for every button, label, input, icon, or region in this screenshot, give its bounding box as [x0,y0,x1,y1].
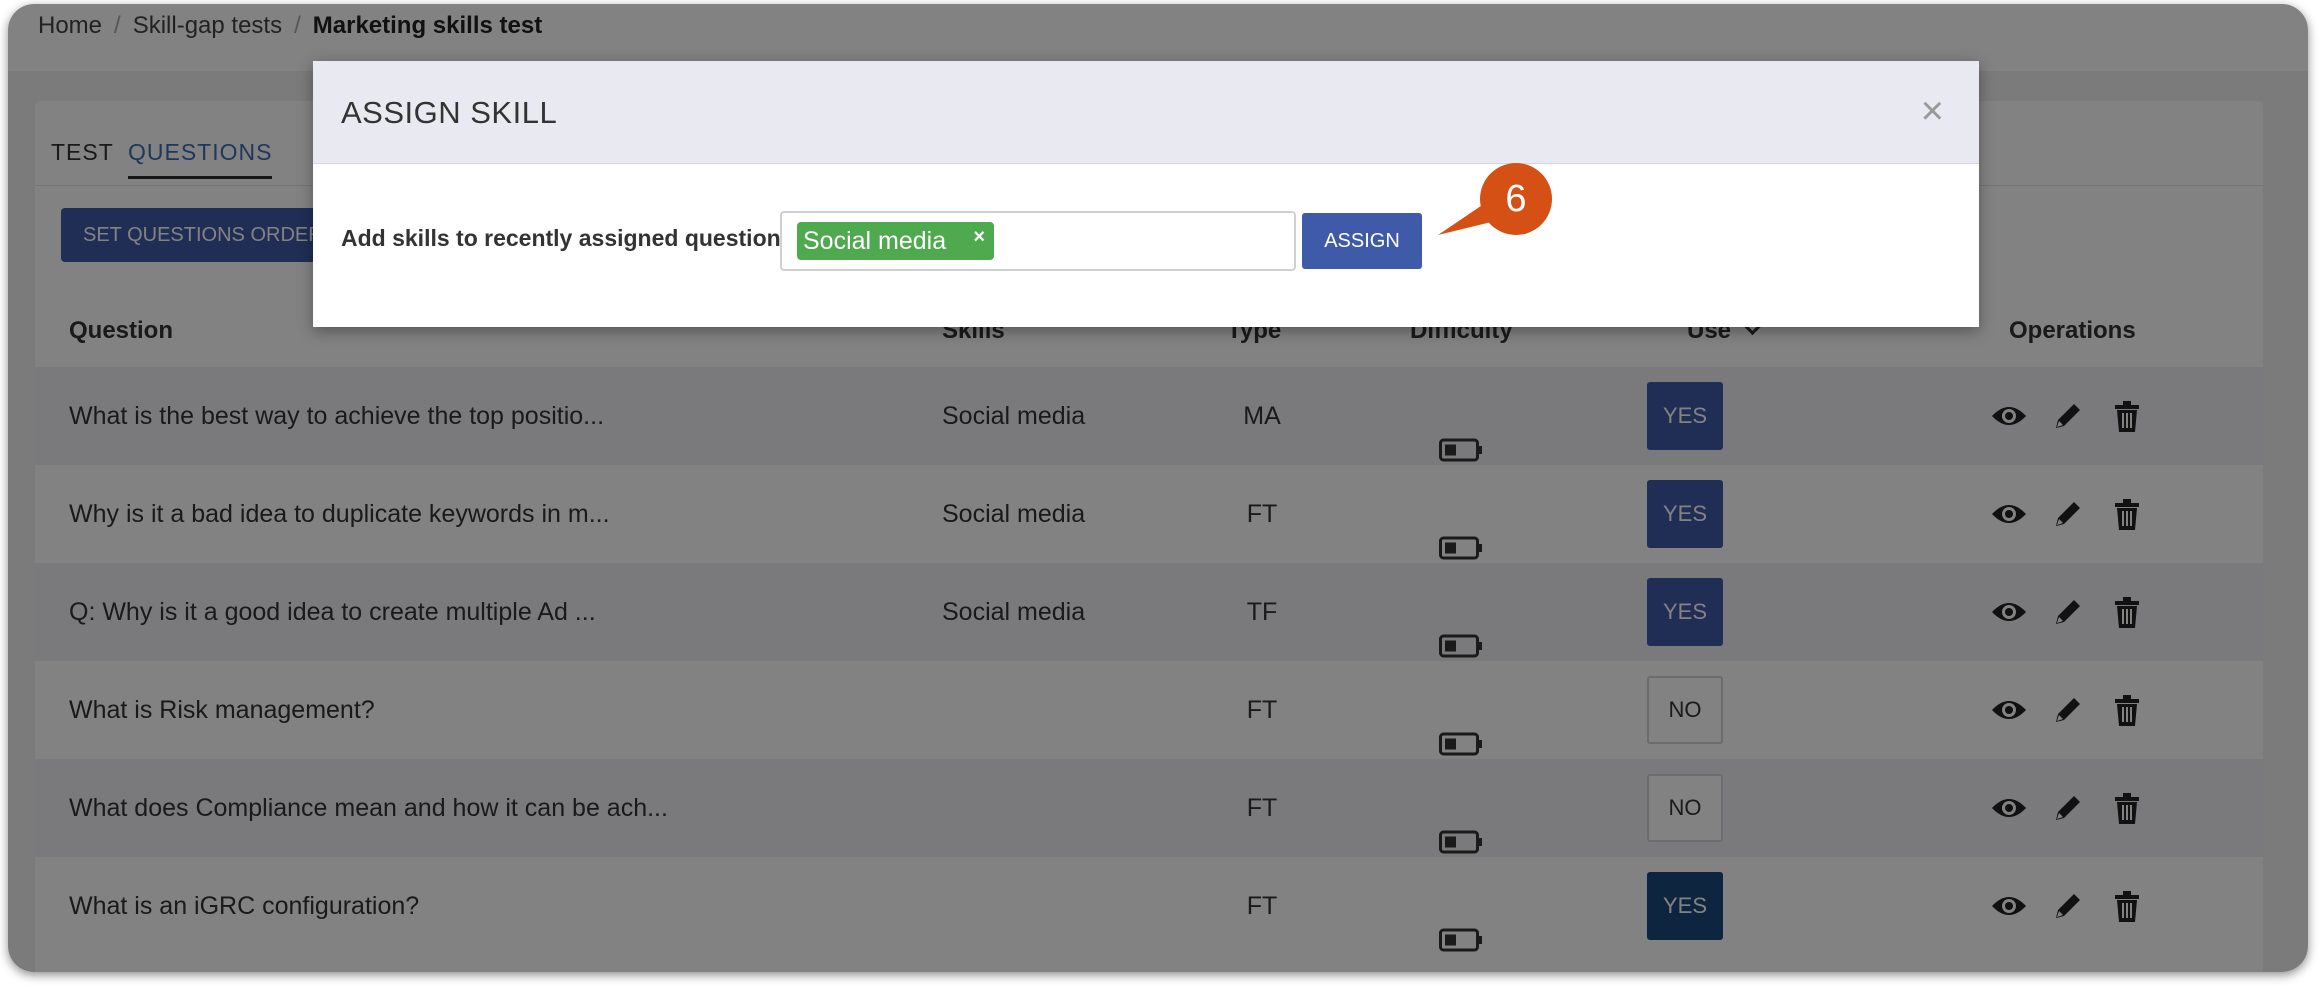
skills-field-label: Add skills to recently assigned question [341,225,781,251]
skills-tag-input[interactable]: Social media × [780,211,1296,271]
close-icon[interactable]: × [1921,91,1944,131]
app-window: Home / Skill-gap tests / Marketing skills te… [8,4,2308,972]
skill-tag: Social media × [797,222,994,260]
tag-remove-icon[interactable]: × [973,218,985,256]
skill-tag-label: Social media [803,227,947,255]
modal-title: ASSIGN SKILL [341,95,558,130]
assign-skill-modal: ASSIGN SKILL × Add skills to recently as… [313,61,1979,327]
step-callout-badge: 6 [1438,163,1552,235]
assign-button[interactable]: ASSIGN [1302,213,1422,269]
modal-header: ASSIGN SKILL × [313,61,1979,164]
callout-number: 6 [1505,178,1526,220]
